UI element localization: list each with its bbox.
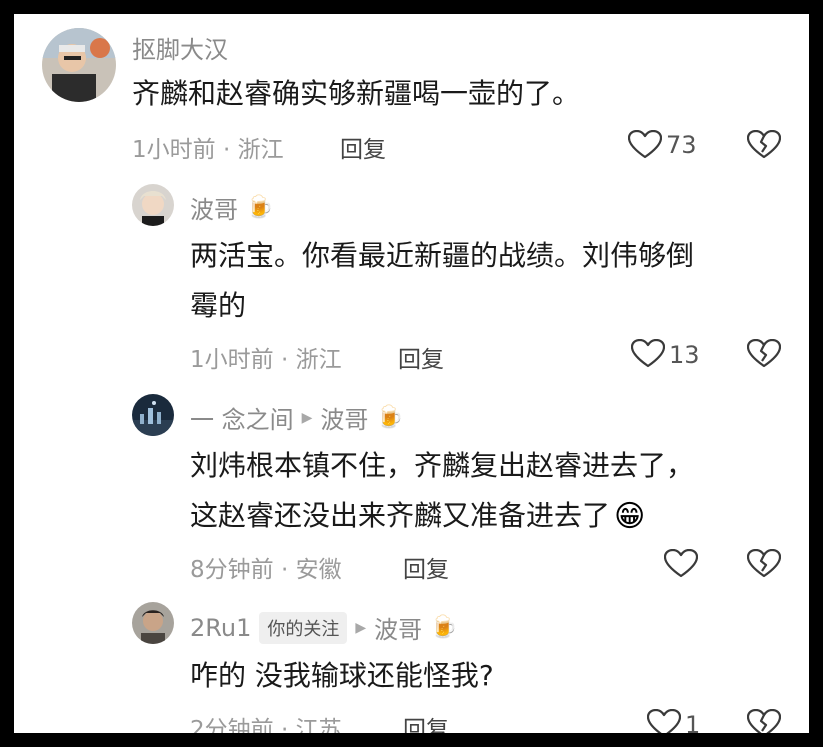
comment-text: 齐麟和赵睿确实够新疆喝一壶的了。 (132, 77, 581, 110)
reply-button[interactable]: 回复 (398, 340, 444, 374)
like-count: 1 (685, 711, 701, 733)
reply-to-username[interactable]: 波哥 (374, 610, 422, 645)
avatar[interactable] (132, 602, 174, 644)
comment-text: 咋的 没我输球还能怪我? (190, 659, 494, 692)
broken-heart-icon[interactable] (747, 709, 781, 733)
grinning-emoji-icon: 😁 (614, 498, 646, 534)
avatar[interactable] (42, 28, 116, 102)
comment-username[interactable]: 波哥 (190, 190, 238, 225)
comment-username[interactable]: 一 念之间 (190, 400, 294, 435)
reply-button[interactable]: 回复 (340, 130, 386, 164)
reply-button[interactable]: 回复 (403, 710, 449, 733)
reply-button[interactable]: 回复 (403, 550, 449, 584)
following-badge: 你的关注 (259, 611, 348, 644)
beer-emoji-icon: 🍺 (430, 615, 458, 640)
comment-text: 霉的 (190, 289, 247, 322)
comment-section: 抠脚大汉 齐麟和赵睿确实够新疆喝一壶的了。 1小时前 · 浙江 回复 73 波哥… (14, 14, 809, 733)
heart-outline-icon[interactable] (647, 709, 681, 733)
broken-heart-icon[interactable] (747, 339, 781, 369)
like-count: 73 (666, 131, 697, 159)
reply-arrow-icon: ▶ (301, 409, 313, 426)
comment-username[interactable]: 2Ru1 (190, 614, 251, 642)
comment-time-location: 1小时前 · 浙江 (190, 347, 342, 373)
heart-outline-icon[interactable] (628, 130, 662, 160)
comment-text: 刘炜根本镇不住，齐麟复出赵睿进去了， (190, 449, 695, 482)
broken-heart-icon[interactable] (747, 130, 781, 160)
beer-emoji-icon: 🍺 (246, 195, 274, 220)
broken-heart-icon[interactable] (747, 549, 781, 579)
comment-text: 两活宝。你看最近新疆的战绩。刘伟够倒 (190, 239, 695, 272)
heart-outline-icon[interactable] (631, 339, 665, 369)
reply-to-username[interactable]: 波哥 (320, 400, 368, 435)
comment-text: 这赵睿还没出来齐麟又准备进去了 (190, 499, 611, 532)
comment-time-location: 8分钟前 · 安徽 (190, 557, 342, 583)
heart-outline-icon[interactable] (664, 549, 698, 579)
comment-time-location: 1小时前 · 浙江 (132, 137, 284, 163)
like-count: 13 (669, 341, 700, 369)
beer-emoji-icon: 🍺 (376, 405, 404, 430)
avatar[interactable] (132, 184, 174, 226)
comment-time-location: 2分钟前 · 江苏 (190, 717, 342, 733)
comment-username[interactable]: 抠脚大汉 (132, 30, 228, 65)
reply-arrow-icon: ▶ (355, 619, 367, 636)
avatar[interactable] (132, 394, 174, 436)
